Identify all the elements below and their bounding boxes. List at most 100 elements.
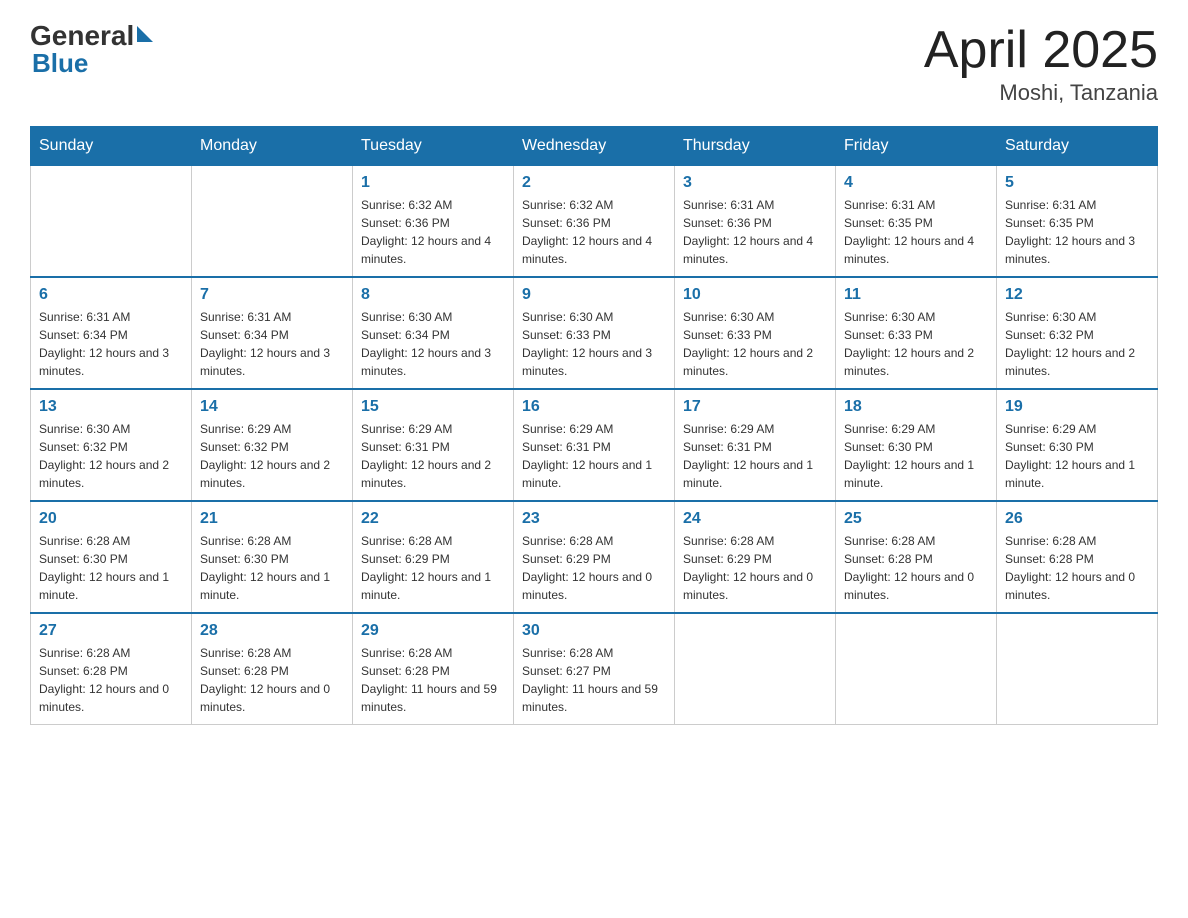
day-number: 20 (39, 510, 183, 528)
table-row (192, 166, 353, 278)
table-row: 19 Sunrise: 6:29 AMSunset: 6:30 PMDayligh… (997, 389, 1158, 501)
calendar-week-row: 6 Sunrise: 6:31 AMSunset: 6:34 PMDaylight… (31, 277, 1158, 389)
day-number: 9 (522, 286, 666, 304)
day-info: Sunrise: 6:31 AMSunset: 6:35 PMDaylight:… (1005, 196, 1149, 268)
page-subtitle: Moshi, Tanzania (924, 80, 1158, 106)
title-block: April 2025 Moshi, Tanzania (924, 20, 1158, 106)
day-number: 30 (522, 622, 666, 640)
day-info: Sunrise: 6:29 AMSunset: 6:31 PMDaylight:… (522, 420, 666, 492)
day-info: Sunrise: 6:30 AMSunset: 6:33 PMDaylight:… (683, 308, 827, 380)
table-row: 12 Sunrise: 6:30 AMSunset: 6:32 PMDayligh… (997, 277, 1158, 389)
day-info: Sunrise: 6:28 AMSunset: 6:29 PMDaylight:… (361, 532, 505, 604)
col-friday: Friday (836, 127, 997, 166)
col-tuesday: Tuesday (353, 127, 514, 166)
day-info: Sunrise: 6:29 AMSunset: 6:31 PMDaylight:… (361, 420, 505, 492)
table-row (836, 613, 997, 725)
day-number: 11 (844, 286, 988, 304)
day-number: 5 (1005, 174, 1149, 192)
table-row: 14 Sunrise: 6:29 AMSunset: 6:32 PMDayligh… (192, 389, 353, 501)
table-row: 18 Sunrise: 6:29 AMSunset: 6:30 PMDayligh… (836, 389, 997, 501)
page-header: General Blue April 2025 Moshi, Tanzania (30, 20, 1158, 106)
calendar-week-row: 1 Sunrise: 6:32 AMSunset: 6:36 PMDaylight… (31, 166, 1158, 278)
table-row: 23 Sunrise: 6:28 AMSunset: 6:29 PMDayligh… (514, 501, 675, 613)
day-info: Sunrise: 6:28 AMSunset: 6:28 PMDaylight:… (200, 644, 344, 716)
day-number: 12 (1005, 286, 1149, 304)
table-row: 9 Sunrise: 6:30 AMSunset: 6:33 PMDaylight… (514, 277, 675, 389)
table-row: 25 Sunrise: 6:28 AMSunset: 6:28 PMDayligh… (836, 501, 997, 613)
table-row: 30 Sunrise: 6:28 AMSunset: 6:27 PMDayligh… (514, 613, 675, 725)
table-row: 3Sunrise: 6:31 AMSunset: 6:36 PMDaylight… (675, 166, 836, 278)
table-row: 29Sunrise: 6:28 AMSunset: 6:28 PMDayligh… (353, 613, 514, 725)
day-number: 19 (1005, 398, 1149, 416)
day-info: Sunrise: 6:30 AMSunset: 6:32 PMDaylight:… (1005, 308, 1149, 380)
calendar-table: Sunday Monday Tuesday Wednesday Thursday… (30, 126, 1158, 725)
day-number: 3 (683, 174, 827, 192)
day-info: Sunrise: 6:31 AMSunset: 6:35 PMDaylight:… (844, 196, 988, 268)
calendar-week-row: 20 Sunrise: 6:28 AMSunset: 6:30 PMDayligh… (31, 501, 1158, 613)
day-number: 16 (522, 398, 666, 416)
day-info: Sunrise: 6:29 AMSunset: 6:30 PMDaylight:… (1005, 420, 1149, 492)
table-row: 8Sunrise: 6:30 AMSunset: 6:34 PMDaylight… (353, 277, 514, 389)
day-number: 8 (361, 286, 505, 304)
page-title: April 2025 (924, 20, 1158, 80)
day-number: 23 (522, 510, 666, 528)
day-info: Sunrise: 6:28 AMSunset: 6:28 PMDaylight:… (39, 644, 183, 716)
calendar-week-row: 13 Sunrise: 6:30 AMSunset: 6:32 PMDayligh… (31, 389, 1158, 501)
table-row: 11 Sunrise: 6:30 AMSunset: 6:33 PMDayligh… (836, 277, 997, 389)
table-row: 16 Sunrise: 6:29 AMSunset: 6:31 PMDayligh… (514, 389, 675, 501)
day-number: 10 (683, 286, 827, 304)
table-row: 1 Sunrise: 6:32 AMSunset: 6:36 PMDaylight… (353, 166, 514, 278)
table-row: 2 Sunrise: 6:32 AMSunset: 6:36 PMDaylight… (514, 166, 675, 278)
day-info: Sunrise: 6:28 AMSunset: 6:30 PMDaylight:… (39, 532, 183, 604)
table-row: 21Sunrise: 6:28 AMSunset: 6:30 PMDayligh… (192, 501, 353, 613)
day-number: 6 (39, 286, 183, 304)
calendar-week-row: 27 Sunrise: 6:28 AMSunset: 6:28 PMDayligh… (31, 613, 1158, 725)
col-thursday: Thursday (675, 127, 836, 166)
day-info: Sunrise: 6:30 AMSunset: 6:33 PMDaylight:… (844, 308, 988, 380)
day-number: 1 (361, 174, 505, 192)
col-sunday: Sunday (31, 127, 192, 166)
table-row: 5 Sunrise: 6:31 AMSunset: 6:35 PMDaylight… (997, 166, 1158, 278)
day-info: Sunrise: 6:28 AMSunset: 6:28 PMDaylight:… (844, 532, 988, 604)
day-number: 2 (522, 174, 666, 192)
day-number: 15 (361, 398, 505, 416)
day-info: Sunrise: 6:32 AMSunset: 6:36 PMDaylight:… (361, 196, 505, 268)
day-number: 29 (361, 622, 505, 640)
day-number: 26 (1005, 510, 1149, 528)
day-info: Sunrise: 6:29 AMSunset: 6:30 PMDaylight:… (844, 420, 988, 492)
col-monday: Monday (192, 127, 353, 166)
day-info: Sunrise: 6:28 AMSunset: 6:29 PMDaylight:… (683, 532, 827, 604)
day-info: Sunrise: 6:28 AMSunset: 6:29 PMDaylight:… (522, 532, 666, 604)
logo-triangle-icon (137, 26, 153, 42)
day-number: 14 (200, 398, 344, 416)
day-info: Sunrise: 6:28 AMSunset: 6:30 PMDaylight:… (200, 532, 344, 604)
day-info: Sunrise: 6:30 AMSunset: 6:33 PMDaylight:… (522, 308, 666, 380)
day-info: Sunrise: 6:30 AMSunset: 6:32 PMDaylight:… (39, 420, 183, 492)
day-info: Sunrise: 6:29 AMSunset: 6:32 PMDaylight:… (200, 420, 344, 492)
day-number: 18 (844, 398, 988, 416)
table-row: 13 Sunrise: 6:30 AMSunset: 6:32 PMDayligh… (31, 389, 192, 501)
day-number: 13 (39, 398, 183, 416)
col-saturday: Saturday (997, 127, 1158, 166)
table-row: 24Sunrise: 6:28 AMSunset: 6:29 PMDayligh… (675, 501, 836, 613)
day-info: Sunrise: 6:28 AMSunset: 6:27 PMDaylight:… (522, 644, 666, 716)
day-info: Sunrise: 6:31 AMSunset: 6:34 PMDaylight:… (39, 308, 183, 380)
table-row (675, 613, 836, 725)
day-number: 4 (844, 174, 988, 192)
table-row (31, 166, 192, 278)
table-row: 15 Sunrise: 6:29 AMSunset: 6:31 PMDayligh… (353, 389, 514, 501)
day-number: 17 (683, 398, 827, 416)
table-row: 22 Sunrise: 6:28 AMSunset: 6:29 PMDayligh… (353, 501, 514, 613)
day-info: Sunrise: 6:32 AMSunset: 6:36 PMDaylight:… (522, 196, 666, 268)
day-number: 25 (844, 510, 988, 528)
logo-blue-text: Blue (32, 48, 88, 79)
day-info: Sunrise: 6:29 AMSunset: 6:31 PMDaylight:… (683, 420, 827, 492)
logo: General Blue (30, 20, 153, 79)
day-number: 27 (39, 622, 183, 640)
table-row: 17 Sunrise: 6:29 AMSunset: 6:31 PMDayligh… (675, 389, 836, 501)
table-row (997, 613, 1158, 725)
table-row: 26 Sunrise: 6:28 AMSunset: 6:28 PMDayligh… (997, 501, 1158, 613)
day-info: Sunrise: 6:28 AMSunset: 6:28 PMDaylight:… (1005, 532, 1149, 604)
day-number: 22 (361, 510, 505, 528)
table-row: 10 Sunrise: 6:30 AMSunset: 6:33 PMDayligh… (675, 277, 836, 389)
